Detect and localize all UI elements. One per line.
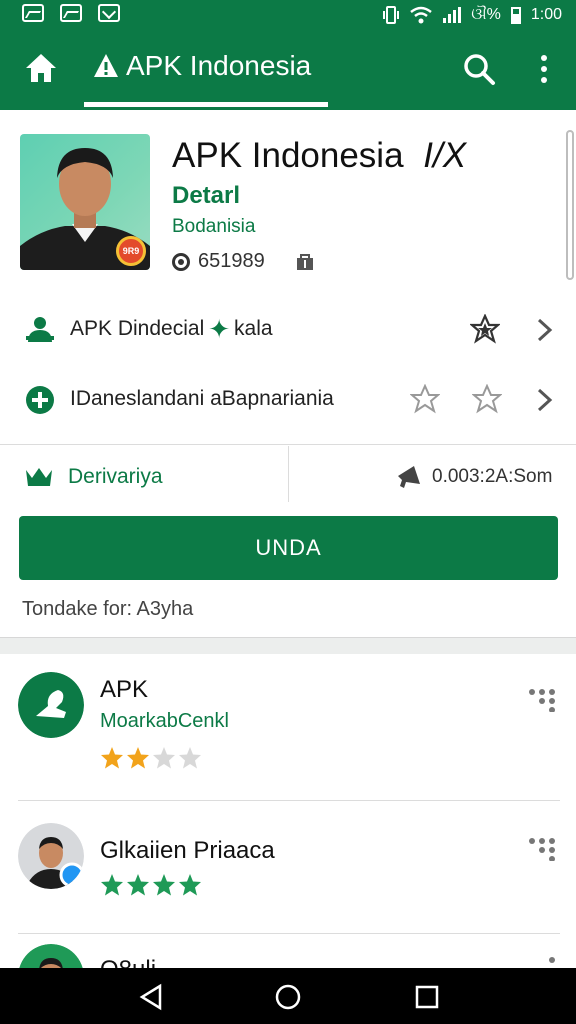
app-thumbnail[interactable]: 9R9 [20,134,150,270]
vibrate-icon [383,6,400,24]
list-item[interactable]: APK MoarkabCenkl [0,654,576,800]
list-item[interactable]: Glkaiien Priaaca [0,801,576,933]
appbar-title-group[interactable]: APK Indonesia [92,50,311,82]
app-name-text: APK Indonesia [172,136,404,175]
green-star-icon: ✦ [208,314,231,344]
info-row-2-label: IDaneslandani aBapnariania [70,387,334,410]
search-icon[interactable] [462,52,496,86]
signal-icon [443,7,462,23]
chevron-right-icon[interactable] [534,316,556,344]
clock: 1:00 [530,6,562,23]
footnote-text: Tondake for: A3yha [22,598,194,620]
notification-icons [22,4,120,22]
list-item-subtitle: MoarkabCenkl [100,710,229,732]
person-avatar-icon [18,823,84,889]
developer-label: Derivariya [68,465,163,488]
download-count-icon [172,252,190,271]
system-navigation-bar [0,968,576,1024]
download-count: 651989 [198,250,265,272]
image-notification-icon [22,4,44,22]
app-name-tag: I/X [423,136,467,175]
shopping-bag-icon [296,253,313,270]
drag-handle-icon[interactable] [528,837,556,861]
app-detail-card: 9R9 APK Indonesia I/X Detarl Bodanisia 6… [0,110,576,638]
rating-stars [100,746,202,770]
list-item-title: APK [100,676,149,703]
app-bar: APK Indonesia [0,30,576,110]
rating-star-icon [101,747,123,769]
install-button[interactable]: UNDA [19,516,558,580]
add-circle-icon [26,386,54,414]
status-bar: ଔ% 1:00 [0,0,576,30]
crown-icon [26,468,52,486]
drag-handle-icon[interactable] [528,956,556,968]
home-icon[interactable] [24,52,58,84]
more-options-icon[interactable] [536,54,552,84]
app-meta: 651989 [172,250,315,273]
rating-star-icon [179,874,201,896]
system-indicators: ଔ% 1:00 [383,5,562,25]
page-title: APK Indonesia [126,50,312,81]
app-developer[interactable]: Bodanisia [172,216,255,238]
rating-star-icon [153,874,175,896]
battery-percent: ଔ% [471,6,501,23]
mail-notification-icon [98,4,120,22]
chevron-right-icon[interactable] [534,386,556,414]
gallery-notification-icon [60,4,82,22]
home-circle-icon[interactable] [273,982,303,1012]
person-avatar-icon [19,944,83,968]
info-row-1-text-b: kala [234,317,273,340]
info-row-2[interactable]: IDaneslandani aBapnariania [0,370,576,430]
developer-link[interactable]: Derivariya [24,464,163,490]
scrollbar[interactable] [566,130,574,280]
related-apps-list: APK MoarkabCenkl Glkaiien Priaaca O8uli [0,654,576,968]
app-badge: 9R9 [116,236,146,266]
rating-star-icon [179,747,201,769]
drag-handle-icon[interactable] [528,688,556,712]
app-category[interactable]: Detarl [172,182,240,210]
rating-star-icon [101,874,123,896]
android-icon [94,54,118,77]
back-icon[interactable] [136,982,166,1012]
tab-indicator [84,102,328,107]
star-icon[interactable] [470,314,500,344]
file-size: 0.003:2A:Som [432,466,553,487]
app-name: APK Indonesia I/X [172,136,466,176]
rating-stars [100,873,202,897]
vertical-divider [288,446,289,502]
info-row-1-label: APK Dindecial ✦ kala [70,314,273,344]
app-icon [18,672,84,738]
list-item-title: Glkaiien Priaaca [100,837,275,864]
list-item-title: O8uli [100,956,156,968]
info-row-1-text-a: APK Dindecial [70,317,205,340]
star-outline-icon[interactable] [472,384,502,414]
section-divider [0,444,576,445]
people-icon [26,317,54,342]
recent-apps-icon[interactable] [412,982,442,1012]
rating-star-icon [153,747,175,769]
file-size-info[interactable]: 0.003:2A:Som [396,464,552,490]
list-item[interactable]: O8uli [0,934,576,968]
star-outline-icon[interactable] [410,384,440,414]
battery-icon [510,6,521,24]
megaphone-icon [398,466,420,488]
wifi-icon [410,6,433,24]
info-row-1[interactable]: APK Dindecial ✦ kala [0,300,576,360]
rating-star-icon [127,747,149,769]
rating-star-icon [127,874,149,896]
